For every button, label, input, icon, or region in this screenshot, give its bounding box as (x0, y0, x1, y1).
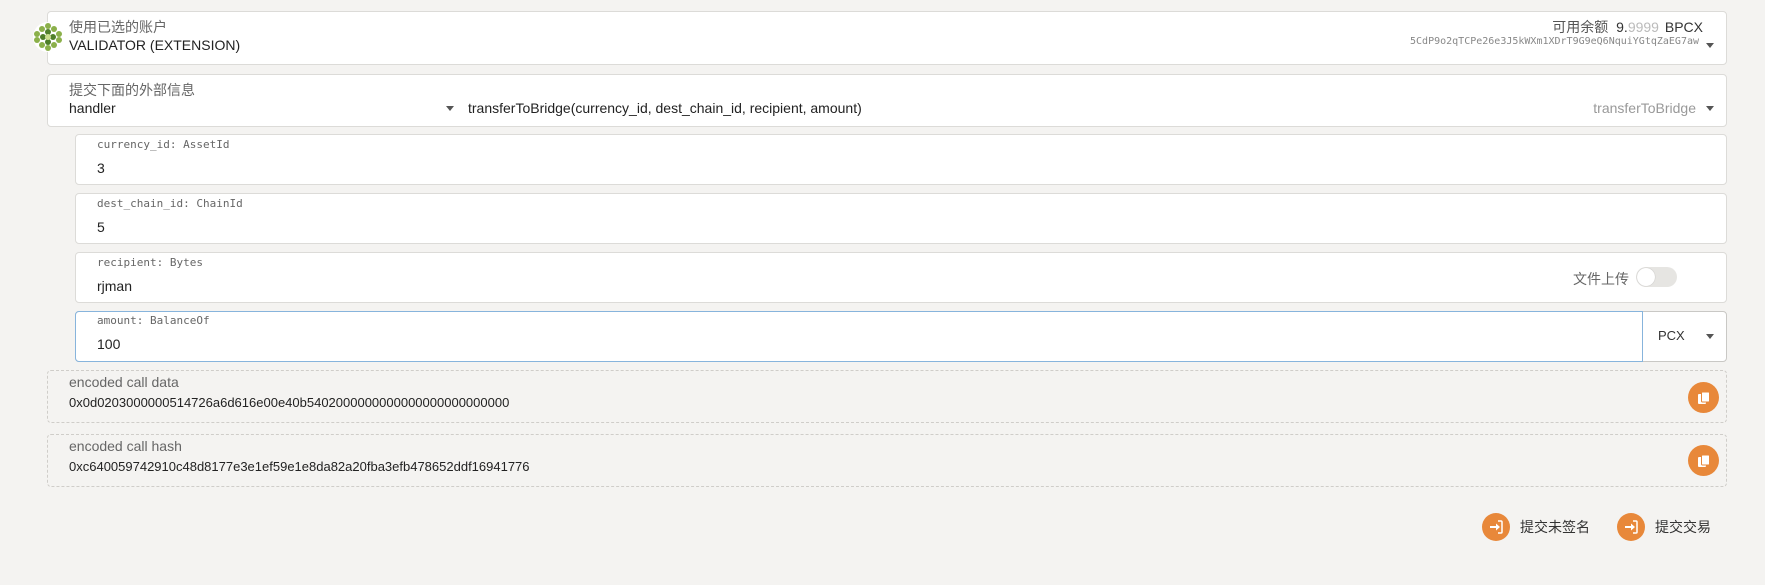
param-amount-label: amount: BalanceOf (97, 314, 210, 327)
method-signature: transferToBridge(currency_id, dest_chain… (468, 100, 862, 116)
account-dropdown-icon[interactable] (1706, 43, 1714, 48)
param-currency-id-label: currency_id: AssetId (97, 138, 230, 151)
file-upload-label: 文件上传 (1573, 271, 1629, 287)
account-selector[interactable]: 使用已选的账户 VALIDATOR (EXTENSION) 可用余额 9.999… (47, 11, 1727, 65)
param-dest-chain-id-value[interactable]: 5 (97, 219, 105, 235)
toggle-knob (1637, 268, 1655, 286)
param-recipient-label: recipient: Bytes (97, 256, 203, 269)
account-label: 使用已选的账户 (69, 19, 167, 35)
account-name: VALIDATOR (EXTENSION) (69, 37, 241, 53)
extrinsic-selector: 提交下面的外部信息 handler transferToBridge(curre… (47, 74, 1727, 127)
section-value: handler (69, 100, 116, 116)
amount-unit: PCX (1658, 328, 1685, 343)
amount-input-area[interactable]: amount: BalanceOf 100 (75, 311, 1643, 362)
param-recipient[interactable]: recipient: Bytes rjman 文件上传 (75, 252, 1727, 303)
param-amount-value[interactable]: 100 (97, 336, 120, 352)
amount-unit-dropdown-icon (1706, 334, 1714, 339)
sign-in-icon (1482, 513, 1510, 541)
param-amount[interactable]: amount: BalanceOf 100 PCX (75, 311, 1727, 362)
sign-in-icon (1617, 513, 1645, 541)
encoded-call-data-label: encoded call data (69, 374, 179, 390)
balance-fraction: 9999 (1627, 19, 1659, 35)
balance-unit: BPCX (1664, 19, 1703, 35)
method-dropdown[interactable]: transferToBridge(currency_id, dest_chain… (468, 75, 1726, 126)
balance-label: 可用余额 (1552, 19, 1609, 35)
copy-call-data-button[interactable] (1688, 382, 1719, 413)
submit-transaction-button[interactable]: 提交交易 (1617, 513, 1711, 541)
file-upload-toggle[interactable] (1636, 267, 1677, 287)
param-recipient-value[interactable]: rjman (97, 278, 132, 294)
param-dest-chain-id-label: dest_chain_id: ChainId (97, 197, 243, 210)
encoded-call-hash-value: 0xc640059742910c48d8177e3e1ef59e1e8da82a… (69, 459, 530, 474)
section-dropdown[interactable]: handler (48, 75, 458, 126)
copy-icon (1697, 454, 1710, 467)
copy-icon (1697, 391, 1710, 404)
submit-transaction-label: 提交交易 (1655, 519, 1711, 535)
section-dropdown-icon (446, 106, 454, 111)
param-currency-id[interactable]: currency_id: AssetId 3 (75, 134, 1727, 185)
balance: 可用余额 9.9999 BPCX (1552, 17, 1703, 37)
submit-unsigned-label: 提交未签名 (1520, 519, 1590, 535)
copy-call-hash-button[interactable] (1688, 445, 1719, 476)
param-dest-chain-id[interactable]: dest_chain_id: ChainId 5 (75, 193, 1727, 244)
account-identicon (33, 22, 63, 52)
param-currency-id-value[interactable]: 3 (97, 160, 105, 176)
balance-integer: 9. (1616, 19, 1628, 35)
encoded-call-hash-label: encoded call hash (69, 438, 182, 454)
amount-unit-dropdown[interactable]: PCX (1644, 312, 1726, 361)
method-dropdown-icon (1706, 106, 1714, 111)
encoded-call-data-value: 0x0d0203000000514726a6d616e00e40b5402000… (69, 395, 510, 410)
submit-unsigned-button[interactable]: 提交未签名 (1482, 513, 1590, 541)
method-name: transferToBridge (1593, 100, 1696, 116)
encoded-call-data: encoded call data 0x0d0203000000514726a6… (47, 370, 1727, 423)
encoded-call-hash: encoded call hash 0xc640059742910c48d817… (47, 434, 1727, 487)
account-address: 5CdP9o2qTCPe26e3J5kWXm1XDrT9G9eQ6NquiYGt… (1410, 36, 1699, 47)
